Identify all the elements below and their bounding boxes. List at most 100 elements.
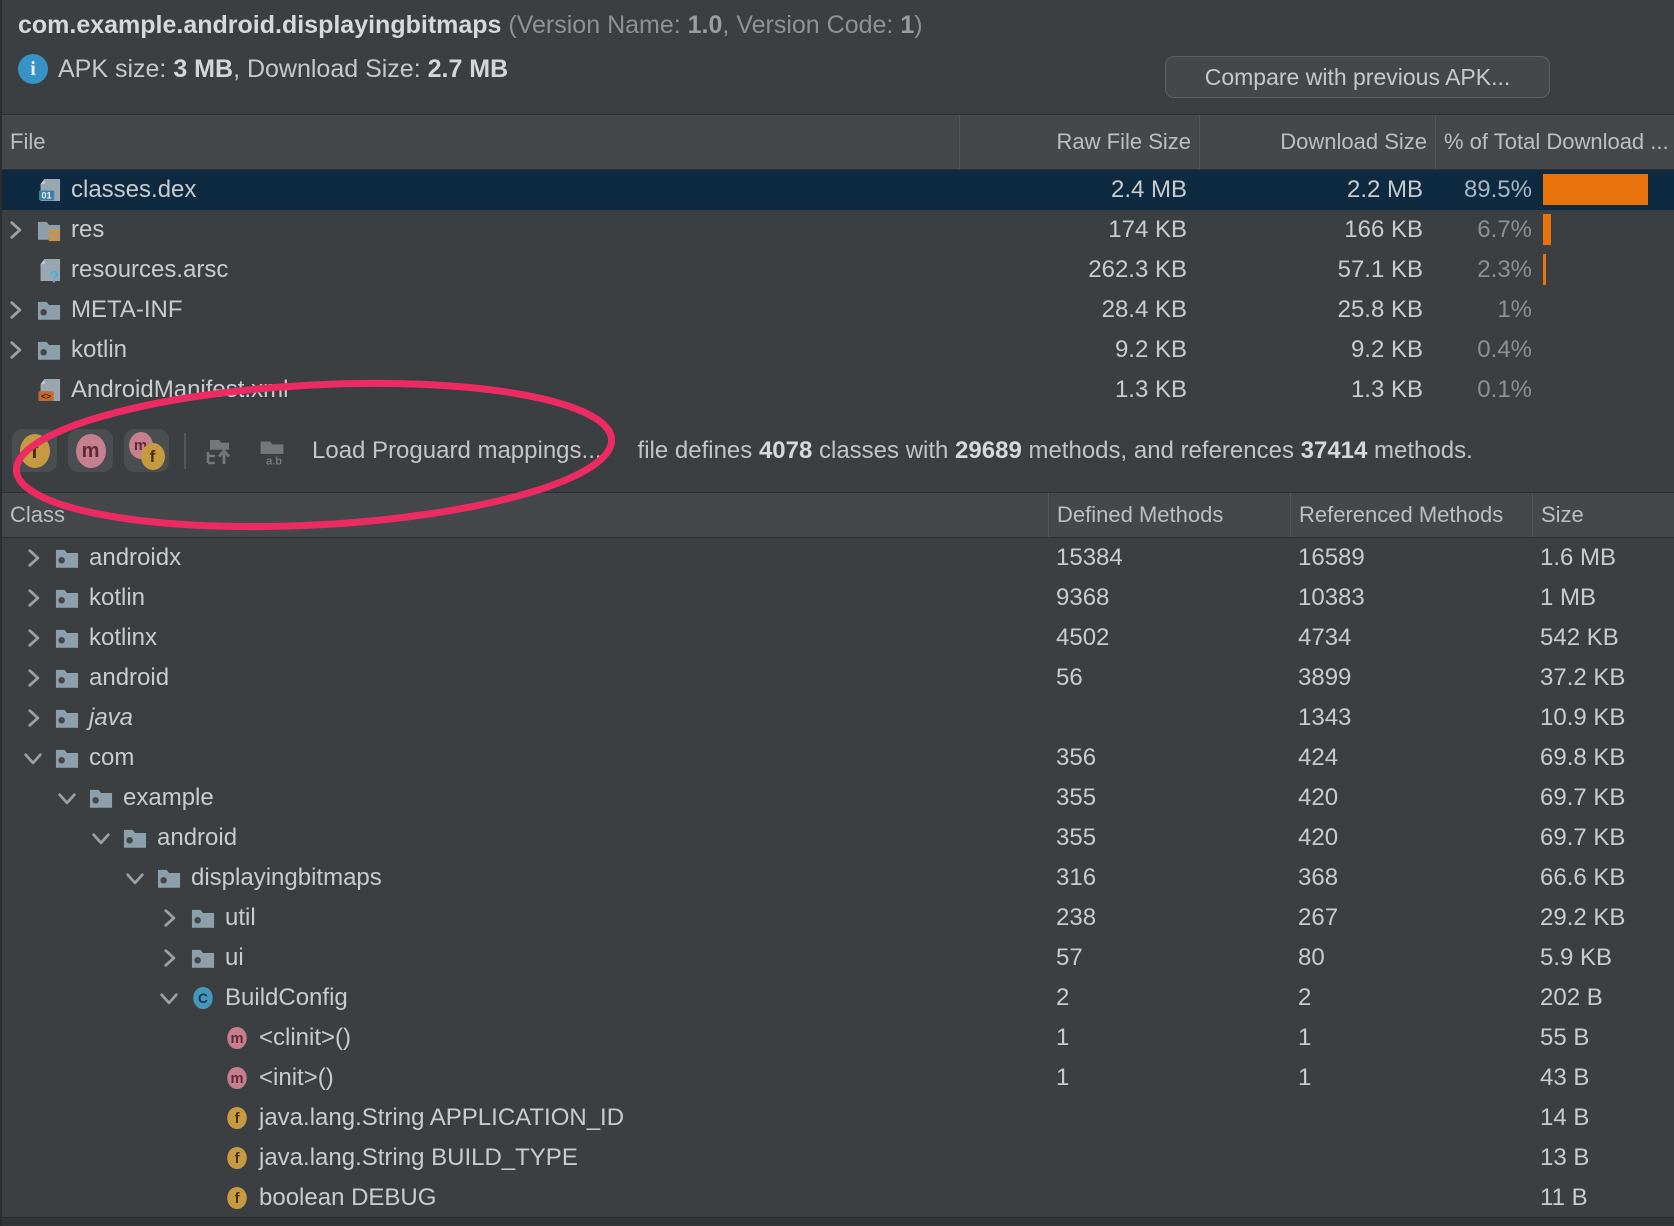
class-name: example [123,784,214,812]
file-name-cell: 01 classes.dex [2,170,959,210]
folder-icon [54,585,80,611]
class-row[interactable]: f java.lang.String BUILD_TYPE 13 B [2,1138,1674,1178]
class-row[interactable]: java 1343 10.9 KB [2,698,1674,738]
chevron-icon[interactable] [190,1185,224,1211]
class-row[interactable]: util 238 267 29.2 KB [2,898,1674,938]
column-header-referenced-methods[interactable]: Referenced Methods [1290,493,1532,537]
chevron-icon[interactable] [156,945,190,971]
chevron-icon[interactable] [156,905,190,931]
class-row[interactable]: example 355 420 69.7 KB [2,778,1674,818]
dex-file-icon: 01 [36,177,62,203]
referenced-methods-cell: 1 [1290,1058,1532,1098]
svg-text:f: f [235,1191,240,1207]
chevron-icon[interactable] [20,745,54,771]
file-row[interactable]: <> AndroidManifest.xml 1.3 KB 1.3 KB 0.1… [2,370,1674,410]
chevron-icon[interactable] [190,1145,224,1171]
field-icon: f [224,1185,250,1211]
class-name: util [225,904,256,932]
class-row[interactable]: android 355 420 69.7 KB [2,818,1674,858]
chevron-icon[interactable] [156,985,190,1011]
class-row[interactable]: m <clinit>() 1 1 55 B [2,1018,1674,1058]
pct-value: 2.3% [1435,256,1532,284]
class-row[interactable]: kotlin 9368 10383 1 MB [2,578,1674,618]
class-row[interactable]: f boolean DEBUG 11 B [2,1178,1674,1217]
chevron-icon[interactable] [2,257,36,283]
show-all-filter-button[interactable]: mf [124,429,169,472]
class-name: android [157,824,237,852]
chevron-icon[interactable] [88,825,122,851]
file-row[interactable]: ? resources.arsc 262.3 KB 57.1 KB 2.3% [2,250,1674,290]
file-row[interactable]: kotlin 9.2 KB 9.2 KB 0.4% [2,330,1674,370]
size-cell: 69.7 KB [1532,778,1674,818]
class-name: androidx [89,544,181,572]
load-proguard-mappings-link[interactable]: Load Proguard mappings... [312,437,602,465]
class-row[interactable]: C BuildConfig 2 2 202 B [2,978,1674,1018]
field-icon: f [224,1145,250,1171]
chevron-icon[interactable] [190,1105,224,1131]
toolbar-separator [184,433,186,469]
file-name-cell: res [2,210,959,250]
method-icon: m [76,434,106,468]
method-icon: m [224,1025,250,1051]
chevron-icon[interactable] [2,297,36,323]
column-header-size[interactable]: Size [1532,493,1674,537]
size-cell: 202 B [1532,978,1674,1018]
size-cell: 55 B [1532,1018,1674,1058]
raw-file-size-cell: 2.4 MB [959,170,1199,210]
class-row[interactable]: androidx 15384 16589 1.6 MB [2,538,1674,578]
size-cell: 542 KB [1532,618,1674,658]
class-row[interactable]: com 356 424 69.8 KB [2,738,1674,778]
column-header-class[interactable]: Class [2,493,1048,537]
class-row[interactable]: ui 57 80 5.9 KB [2,938,1674,978]
class-row[interactable]: android 56 3899 37.2 KB [2,658,1674,698]
chevron-icon[interactable] [20,545,54,571]
chevron-icon[interactable] [190,1065,224,1091]
chevron-icon[interactable] [20,705,54,731]
dex-summary-text: file defines 4078 classes with 29689 met… [638,437,1473,465]
chevron-icon[interactable] [122,865,156,891]
chevron-icon[interactable] [20,625,54,651]
deobfuscate-names-icon[interactable]: a.b [254,433,290,469]
column-header-defined-methods[interactable]: Defined Methods [1048,493,1290,537]
column-header-file[interactable]: File [2,115,959,169]
chevron-icon[interactable] [20,585,54,611]
svg-text:C: C [198,990,208,1006]
file-row[interactable]: res 174 KB 166 KB 6.7% [2,210,1674,250]
size-cell: 29.2 KB [1532,898,1674,938]
chevron-icon[interactable] [190,1025,224,1051]
chevron-icon[interactable] [2,177,36,203]
compare-with-previous-apk-button[interactable]: Compare with previous APK... [1165,56,1550,98]
download-pct-bar [1543,294,1665,325]
column-header-pct-of-total-download[interactable]: % of Total Download ... [1435,115,1674,169]
apk-size-text: APK size: 3 MB, Download Size: 2.7 MB [58,55,508,84]
show-methods-filter-button[interactable]: m [68,429,113,472]
chevron-icon[interactable] [2,217,36,243]
size-cell: 11 B [1532,1178,1674,1217]
svg-text:m: m [231,1071,244,1087]
file-row[interactable]: 01 classes.dex 2.4 MB 2.2 MB 89.5% [2,170,1674,210]
class-row[interactable]: m <init>() 1 1 43 B [2,1058,1674,1098]
folder-icon [156,865,182,891]
class-name: ui [225,944,244,972]
chevron-icon[interactable] [54,785,88,811]
apk-info-panel: com.example.android.displayingbitmaps (V… [2,0,1674,115]
chevron-icon[interactable] [2,337,36,363]
chevron-icon[interactable] [2,377,36,403]
pct-of-total-cell: 89.5% [1435,170,1674,210]
folder-icon [36,337,62,363]
raw-file-size-cell: 1.3 KB [959,370,1199,410]
referenced-methods-cell: 4734 [1290,618,1532,658]
class-row[interactable]: kotlinx 4502 4734 542 KB [2,618,1674,658]
column-header-download-size[interactable]: Download Size [1199,115,1435,169]
show-fields-filter-button[interactable]: f [12,429,57,472]
file-row[interactable]: META-INF 28.4 KB 25.8 KB 1% [2,290,1674,330]
class-row[interactable]: displayingbitmaps 316 368 66.6 KB [2,858,1674,898]
expand-mappings-icon[interactable] [200,433,236,469]
chevron-icon[interactable] [20,665,54,691]
download-size-cell: 166 KB [1199,210,1435,250]
class-name: android [89,664,169,692]
column-header-raw-file-size[interactable]: Raw File Size [959,115,1199,169]
referenced-methods-cell: 368 [1290,858,1532,898]
class-name-cell: android [2,818,1048,858]
class-row[interactable]: f java.lang.String APPLICATION_ID 14 B [2,1098,1674,1138]
